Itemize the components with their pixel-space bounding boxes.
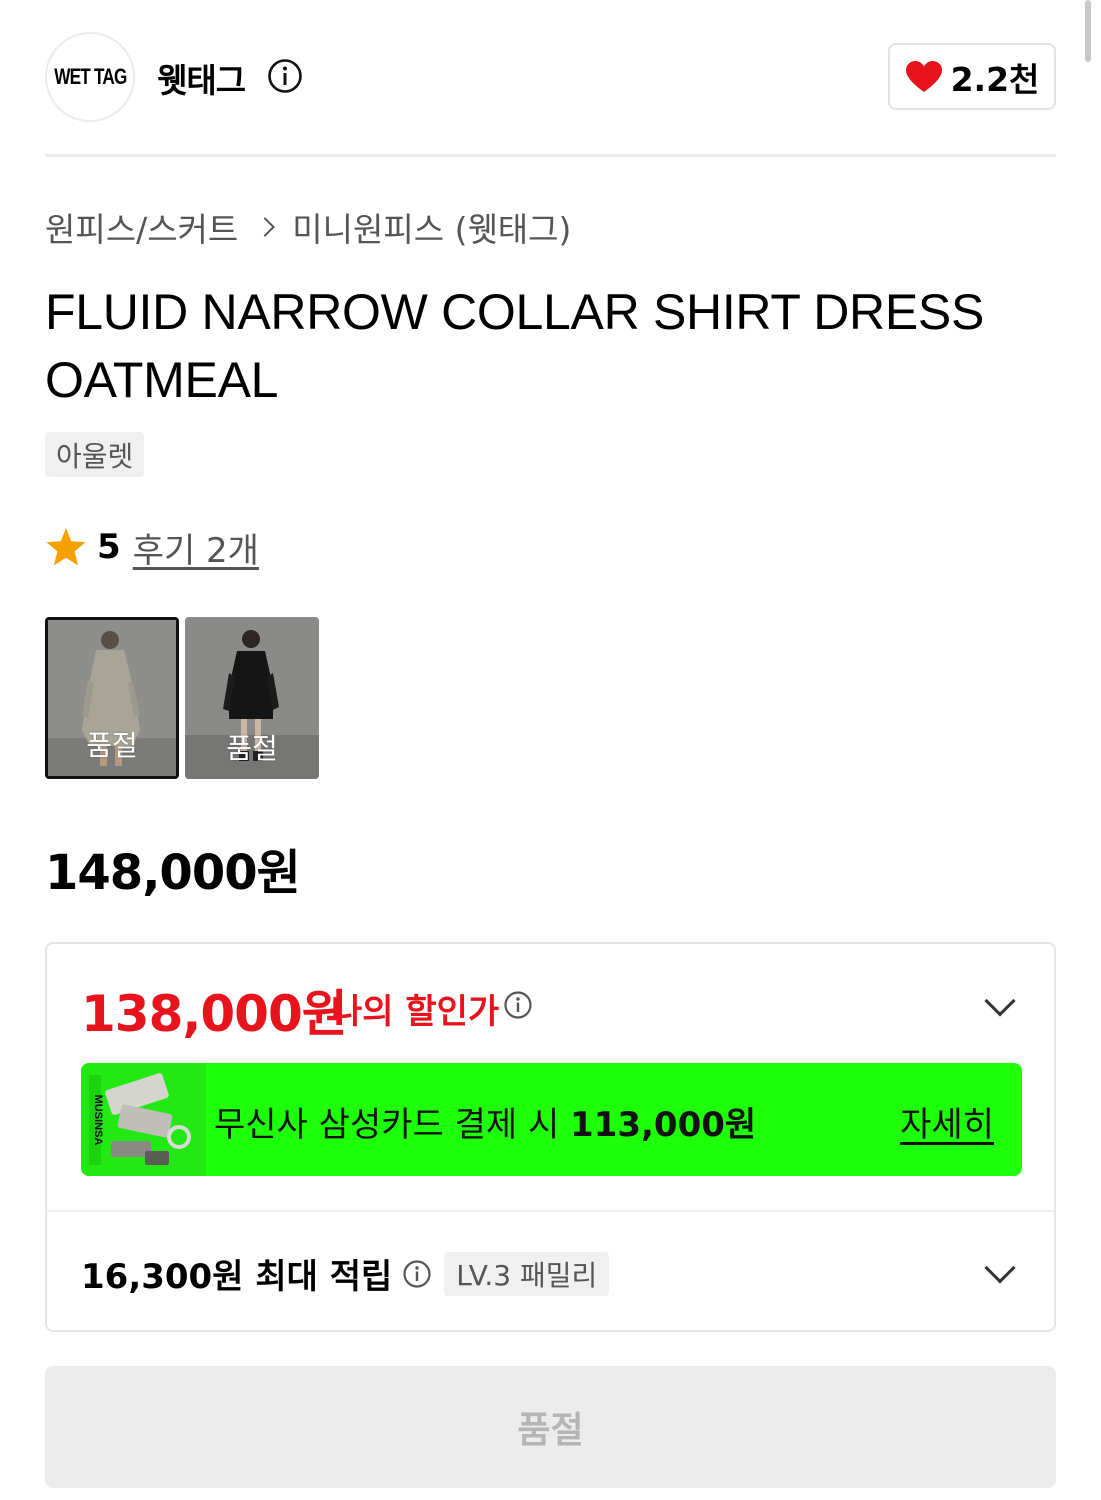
level-badge: LV.3 패밀리	[444, 1251, 610, 1296]
like-button[interactable]: 2.2천	[888, 43, 1056, 110]
musinsa-card-image: MUSINSA	[81, 1063, 206, 1176]
soldout-label: 품절	[226, 732, 278, 765]
discount-label: 나의 할인가	[331, 992, 500, 1032]
product-title: FLUID NARROW COLLAR SHIRT DRESS OATMEAL	[45, 284, 985, 408]
brand-header: WET TAG 웻태그 2.2천	[45, 32, 1056, 122]
outlet-tag: 아울렛	[45, 432, 145, 477]
card-promo-text: 무신사 삼성카드 결제 시 113,000원	[214, 1105, 757, 1145]
brand-logo[interactable]: WET TAG	[45, 32, 135, 122]
reviews-link[interactable]: 후기 2개	[133, 523, 259, 572]
rating-score: 5	[97, 527, 121, 567]
soldout-label: 품절	[86, 729, 138, 762]
chevron-down-icon[interactable]	[984, 985, 1016, 1017]
discount-price: 138,000원	[81, 985, 348, 1043]
chevron-right-icon	[255, 217, 276, 237]
color-option-oatmeal[interactable]: 품절	[45, 617, 179, 779]
info-icon[interactable]	[503, 990, 533, 1020]
color-options: 품절 품절	[45, 617, 319, 779]
points-row: 16,300원 최대 적립 LV.3 패밀리	[81, 1249, 610, 1298]
points-text: 16,300원 최대 적립	[81, 1257, 393, 1297]
heart-icon	[905, 60, 942, 92]
color-option-black[interactable]: 품절	[185, 617, 319, 779]
star-icon	[46, 528, 86, 566]
discount-box: 138,000원 나의 할인가 MUSINSA 무신사 삼성카드 결제 시 11…	[45, 942, 1056, 1332]
breadcrumb: 원피스/스커트 미니원피스 (웻태그)	[45, 203, 571, 251]
breadcrumb-category[interactable]: 원피스/스커트	[45, 203, 238, 251]
card-promo-banner[interactable]: MUSINSA 무신사 삼성카드 결제 시 113,000원 자세히	[81, 1063, 1022, 1176]
brand-name[interactable]: 웻태그	[157, 54, 246, 102]
chevron-down-icon[interactable]	[984, 1252, 1016, 1284]
rating-row: 5 후기 2개	[45, 523, 259, 572]
soldout-button[interactable]: 품절	[45, 1366, 1056, 1488]
info-icon[interactable]	[267, 58, 303, 94]
card-detail-link[interactable]: 자세히	[900, 1097, 994, 1146]
card-brand-text: MUSINSA	[92, 1095, 104, 1146]
header-divider	[45, 154, 1056, 157]
breadcrumb-subcategory[interactable]: 미니원피스 (웻태그)	[292, 203, 571, 251]
discount-box-divider	[47, 1210, 1054, 1212]
info-icon[interactable]	[402, 1259, 432, 1289]
like-count: 2.2천	[950, 59, 1040, 99]
original-price: 148,000원	[45, 845, 301, 901]
scrollbar[interactable]	[1085, 0, 1091, 62]
